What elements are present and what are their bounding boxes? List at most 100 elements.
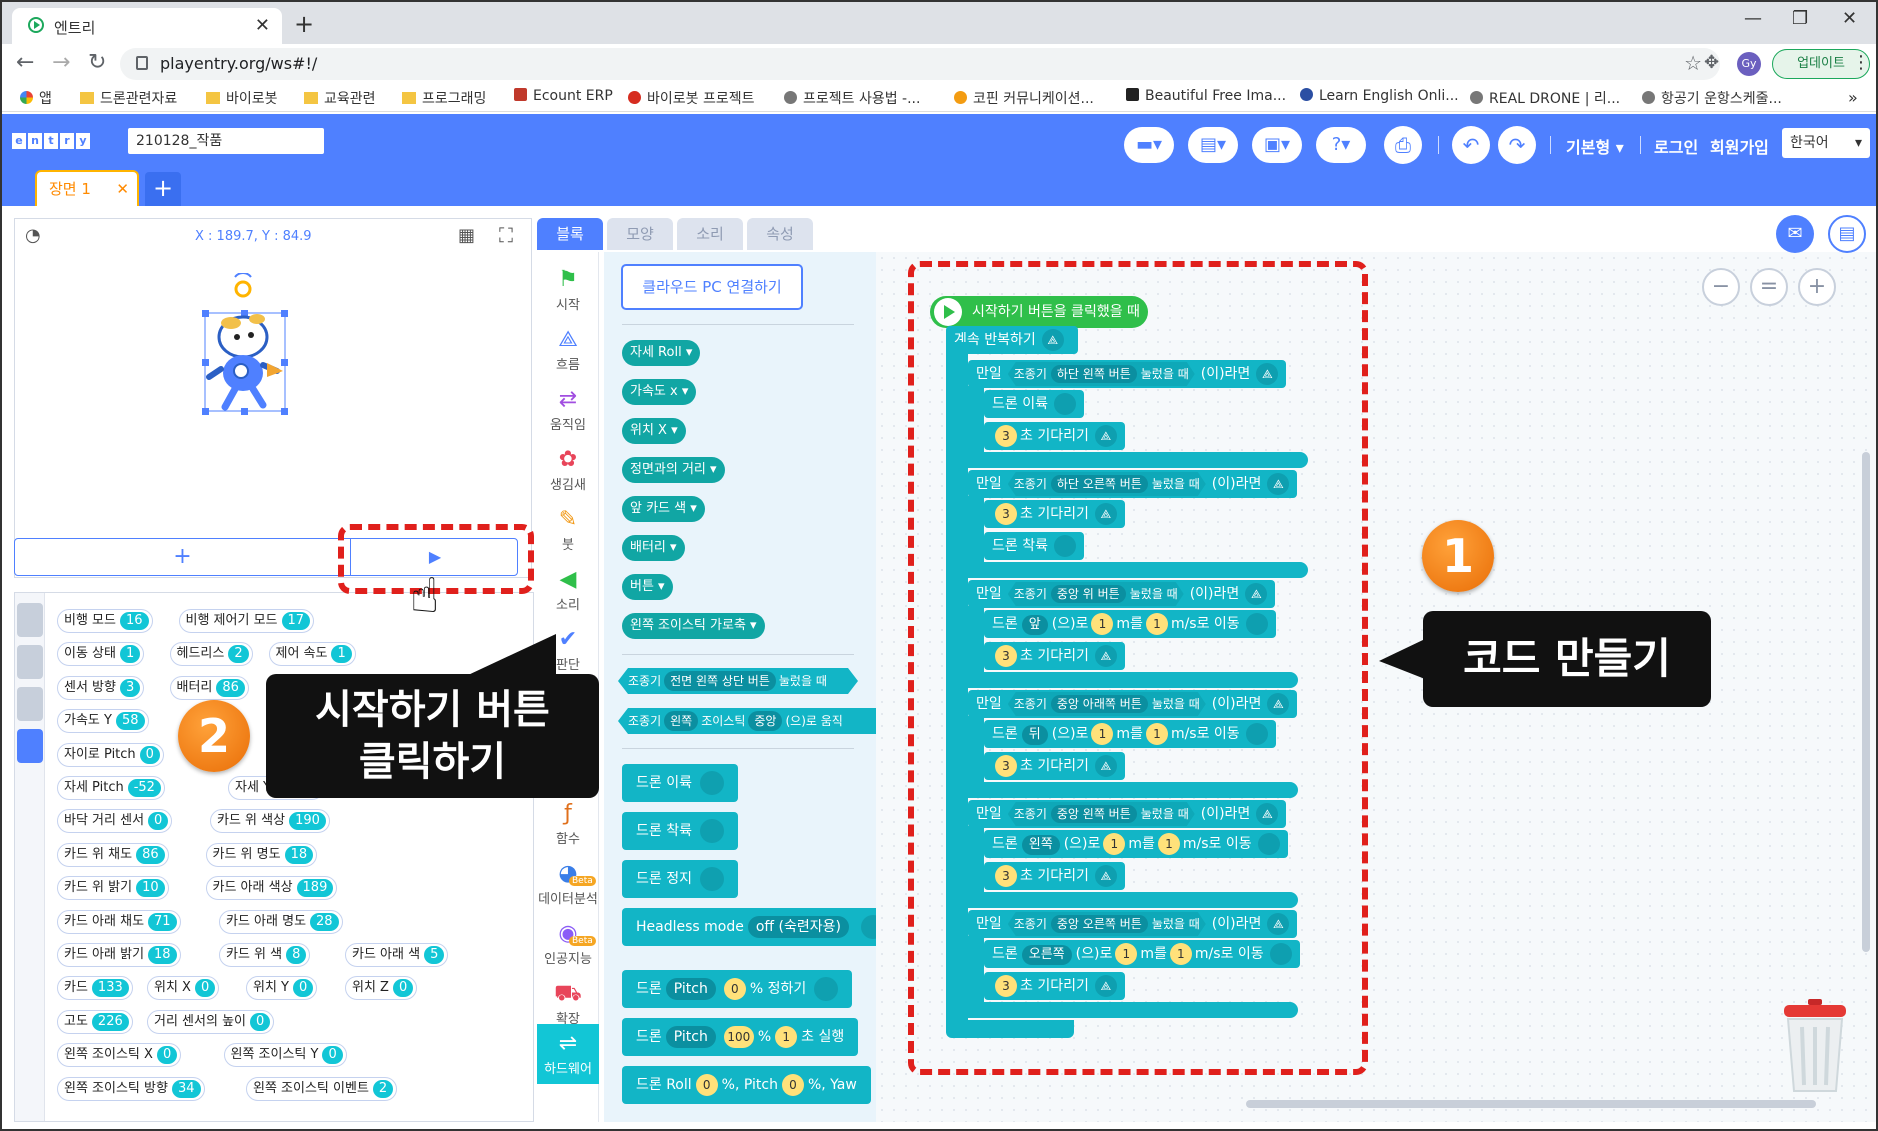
profile-avatar[interactable]: Gy	[1737, 52, 1761, 76]
block-dropdown[interactable]: 중앙	[748, 711, 782, 731]
signup-link[interactable]: 회원가입	[1710, 134, 1769, 158]
category-motion[interactable]: ⇄ 움직임	[537, 386, 599, 433]
bookmark-item[interactable]: REAL DRONE | 리...	[1470, 88, 1620, 108]
close-tab-icon[interactable]: ✕	[255, 15, 270, 36]
redo-icon[interactable]: ↷	[1498, 126, 1536, 164]
save-menu-button[interactable]: ▣▾	[1252, 127, 1302, 163]
bookmark-item[interactable]: Learn English Onli...	[1300, 88, 1459, 104]
back-icon[interactable]: ←	[16, 50, 34, 75]
project-name-input[interactable]: 210128_작품	[128, 128, 324, 154]
palette-sensor-block[interactable]: 정면과의 거리 ▾	[622, 457, 725, 483]
palette-takeoff-block[interactable]: 드론 이륙	[622, 764, 738, 802]
palette-pitch-time-block[interactable]: 드론 Pitch 100% 1 초 실행	[622, 1018, 859, 1056]
block-number-input[interactable]: 0	[695, 1074, 718, 1096]
scene-tab[interactable]: 장면 1 ✕	[35, 170, 139, 206]
entrybot-character[interactable]	[201, 273, 311, 453]
palette-sensor-block[interactable]: 앞 카드 색 ▾	[622, 496, 705, 522]
add-scene-button[interactable]: +	[145, 172, 181, 206]
palette-land-block[interactable]: 드론 착륙	[622, 812, 738, 850]
category-data-analysis[interactable]: ◕ 데이터분석 Beta	[537, 860, 599, 907]
category-looks[interactable]: ✿ 생김새	[537, 446, 599, 493]
add-object-button[interactable]: +	[15, 539, 351, 575]
print-icon[interactable]: ⎙	[1384, 126, 1422, 164]
mode-dropdown[interactable]: 기본형 ▾	[1566, 134, 1624, 158]
zoom-in-icon[interactable]: +	[1798, 268, 1836, 306]
bookmark-item[interactable]: 코핀 커뮤니케이션...	[954, 88, 1094, 108]
sprite-menu-button[interactable]: ▬▾	[1124, 127, 1174, 163]
bookmark-apps[interactable]: 앱	[20, 88, 52, 108]
login-link[interactable]: 로그인	[1654, 134, 1698, 158]
palette-sensor-block[interactable]: 가속도 x ▾	[622, 379, 697, 405]
palette-joystick-condition[interactable]: 조종기 왼쪽 조이스틱 중앙 (으)로 움직	[618, 708, 876, 734]
palette-controller-button-condition[interactable]: 조종기 전면 왼쪽 상단 버튼 눌렀을 때	[618, 668, 858, 694]
zoom-reset-icon[interactable]: =	[1750, 268, 1788, 306]
address-bar[interactable]: playentry.org/ws#!/ ☆	[120, 48, 1720, 80]
entry-logo[interactable]: entry	[12, 129, 92, 149]
file-menu-button[interactable]: ▤▾	[1188, 127, 1238, 163]
extensions-icon[interactable]: ✥	[1704, 52, 1719, 73]
category-flow[interactable]: ⟁ 흐름	[537, 326, 599, 373]
fullscreen-icon[interactable]: ⛶	[499, 223, 513, 247]
window-close-icon[interactable]: ✕	[1842, 8, 1857, 29]
bookmark-item[interactable]: Ecount ERP	[514, 88, 613, 104]
category-start[interactable]: ⚑ 시작	[537, 266, 599, 313]
block-number-input[interactable]: 0	[781, 1074, 804, 1096]
palette-sensor-block[interactable]: 배터리 ▾	[622, 535, 685, 561]
trash-can-icon[interactable]	[1780, 997, 1850, 1093]
block-dropdown[interactable]: off (숙련자용)	[747, 916, 849, 938]
bookmark-item[interactable]: 바이로봇	[206, 88, 278, 108]
restore-icon[interactable]: ❐	[1792, 8, 1808, 29]
category-hardware[interactable]: ⇌ 하드웨어	[537, 1024, 599, 1084]
cloud-pc-connect-button[interactable]: 클라우드 PC 연결하기	[621, 264, 803, 310]
horizontal-scrollbar[interactable]	[1246, 1100, 1816, 1108]
language-select[interactable]: 한국어 ▾	[1782, 128, 1870, 158]
grid-icon[interactable]: ▦	[458, 225, 475, 246]
tab-sounds[interactable]: 소리	[677, 218, 743, 250]
category-function[interactable]: ƒ 함수	[537, 800, 599, 847]
new-tab-icon[interactable]: +	[294, 10, 314, 38]
bookmark-item[interactable]: 교육관련	[304, 88, 376, 108]
tab-blocks[interactable]: 블록	[537, 218, 603, 250]
help-menu-button[interactable]: ?▾	[1316, 127, 1366, 163]
bookmark-item[interactable]: 프로그래밍	[402, 88, 486, 108]
bookmark-item[interactable]: Beautiful Free Ima...	[1126, 88, 1286, 104]
browser-menu-icon[interactable]: ⋮	[1852, 52, 1870, 73]
more-bookmarks-icon[interactable]: »	[1848, 88, 1858, 107]
undo-icon[interactable]: ↶	[1452, 126, 1490, 164]
palette-sensor-block[interactable]: 왼쪽 조이스틱 가로축 ▾	[622, 613, 765, 639]
help-tab-icon[interactable]	[17, 645, 43, 679]
bookmark-item[interactable]: 바이로봇 프로젝트	[628, 88, 755, 108]
category-sound[interactable]: ◀ 소리	[537, 566, 599, 613]
close-scene-icon[interactable]: ✕	[116, 172, 129, 206]
minimize-icon[interactable]: —	[1744, 8, 1762, 29]
tab-shapes[interactable]: 모양	[607, 218, 673, 250]
chat-icon[interactable]: ✉	[1776, 215, 1814, 253]
bookmark-item[interactable]: 프로젝트 사용법 -...	[784, 88, 920, 108]
bookmark-item[interactable]: 항공기 운항스케줄...	[1642, 88, 1782, 108]
reload-icon[interactable]: ↻	[88, 50, 106, 75]
palette-stop-block[interactable]: 드론 정지	[622, 860, 738, 898]
hardware-tab-icon[interactable]	[17, 729, 43, 763]
palette-headless-block[interactable]: Headless mode off (숙련자용)	[622, 908, 876, 946]
bookmark-item[interactable]: 드론관련자료	[80, 88, 177, 108]
category-expansion[interactable]: ⛟ 확장	[537, 980, 599, 1027]
block-dropdown[interactable]: Pitch	[665, 978, 716, 1000]
zoom-out-icon[interactable]: −	[1702, 268, 1740, 306]
bookmark-star-icon[interactable]: ☆	[1684, 51, 1702, 75]
tab-properties[interactable]: 속성	[747, 218, 813, 250]
block-dropdown[interactable]: 전면 왼쪽 상단 버튼	[664, 671, 776, 691]
palette-pitch-set-block[interactable]: 드론 Pitch 0% 정하기	[622, 970, 853, 1008]
speed-gauge-icon[interactable]: ◔	[25, 225, 41, 246]
palette-sensor-block[interactable]: 자세 Roll ▾	[622, 340, 701, 366]
block-number-input[interactable]: 0	[723, 978, 746, 1000]
category-brush[interactable]: ✎ 붓	[537, 506, 599, 553]
block-dropdown[interactable]: Pitch	[665, 1026, 716, 1048]
vertical-scrollbar[interactable]	[1862, 452, 1870, 952]
browser-tab[interactable]: 엔트리 ✕	[12, 8, 282, 44]
object-tab-icon[interactable]	[17, 603, 43, 637]
forward-icon[interactable]: →	[52, 50, 70, 75]
block-number-input[interactable]: 1	[775, 1026, 798, 1048]
block-dropdown[interactable]: 왼쪽	[664, 711, 698, 731]
palette-sensor-block[interactable]: 버튼 ▾	[622, 574, 673, 600]
backpack-icon[interactable]: ▤	[1828, 215, 1866, 253]
